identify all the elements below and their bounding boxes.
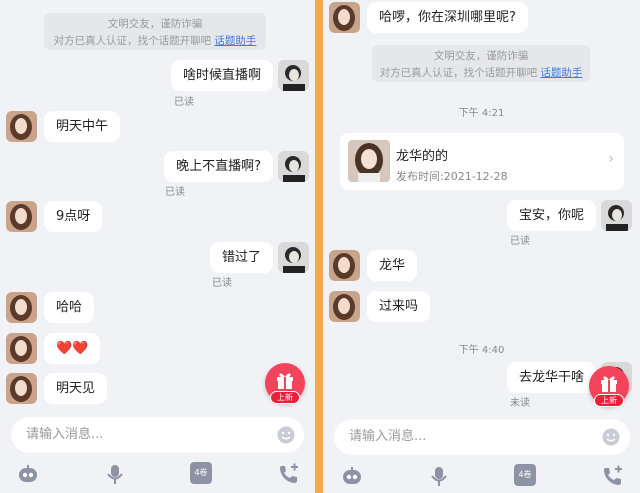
notice-line2: 对方已真人认证，找个话题开聊吧 — [53, 35, 212, 47]
message-bubble-received[interactable]: 9点呀 — [44, 201, 103, 232]
read-status: 已读 — [510, 236, 530, 247]
notice-line2: 对方已真人认证，找个话题开聊吧 — [379, 67, 538, 79]
post-date: 发布时间:2021-12-28 — [396, 170, 508, 183]
input-placeholder: 请输入消息... — [26, 427, 104, 442]
contact-avatar[interactable] — [329, 2, 360, 33]
gift-icon — [601, 376, 617, 392]
coupon-icon[interactable]: 4卷 — [514, 464, 536, 486]
smile-icon[interactable] — [277, 426, 295, 444]
read-status: 未读 — [510, 398, 530, 409]
topic-helper-link[interactable]: 话题助手 — [540, 67, 582, 79]
message-bubble-sent[interactable]: 晚上不直播啊? — [164, 151, 273, 182]
system-notice: 文明交友，谨防诈骗 对方已真人认证，找个话题开聊吧 话题助手 — [372, 45, 590, 82]
avatar-image — [6, 373, 37, 404]
avatar-image — [329, 291, 360, 322]
contact-avatar[interactable] — [329, 250, 360, 281]
new-badge: 上新 — [594, 394, 624, 407]
message-bubble-received[interactable]: 过来吗 — [367, 291, 431, 322]
contact-avatar[interactable] — [6, 201, 37, 232]
message-bubble-received[interactable]: 明天中午 — [44, 111, 121, 142]
avatar-image — [329, 250, 360, 281]
contact-avatar[interactable] — [329, 291, 360, 322]
avatar-image — [278, 242, 309, 273]
timestamp: 下午 4:40 — [458, 345, 505, 356]
message-input[interactable]: 请输入消息... — [11, 417, 304, 453]
post-card[interactable]: 龙华的的 发布时间:2021-12-28 › — [340, 133, 624, 190]
post-title: 龙华的的 — [396, 149, 449, 164]
gift-icon — [277, 373, 293, 389]
robot-icon[interactable] — [17, 463, 39, 485]
microphone-icon[interactable] — [104, 463, 126, 485]
notice-line1: 文明交友，谨防诈骗 — [433, 50, 529, 62]
avatar-image — [278, 60, 309, 91]
gift-button[interactable]: 上新 — [265, 363, 305, 404]
smile-icon[interactable] — [602, 428, 620, 446]
my-avatar[interactable] — [278, 151, 309, 182]
message-bubble-sent[interactable]: 错过了 — [209, 242, 273, 273]
post-image — [348, 140, 390, 182]
message-input[interactable]: 请输入消息... — [334, 419, 630, 455]
message-bubble-received[interactable]: ❤️❤️ — [44, 333, 101, 364]
phone-plus-icon[interactable] — [277, 463, 299, 485]
message-bubble-sent[interactable]: 宝安，你呢 — [506, 200, 596, 231]
avatar-image — [278, 151, 309, 182]
chevron-right-icon: › — [608, 151, 614, 167]
avatar-image — [6, 111, 37, 142]
read-status: 已读 — [212, 278, 232, 289]
system-notice: 文明交友，谨防诈骗 对方已真人认证，找个话题开聊吧 话题助手 — [44, 13, 266, 50]
timestamp: 下午 4:21 — [458, 108, 505, 119]
read-status: 已读 — [165, 187, 185, 198]
my-avatar[interactable] — [278, 60, 309, 91]
message-bubble-sent[interactable]: 啥时候直播啊 — [170, 60, 273, 91]
chat-panel-left: 文明交友，谨防诈骗 对方已真人认证，找个话题开聊吧 话题助手 啥时候直播啊 已读… — [0, 0, 315, 493]
message-bubble-received[interactable]: 龙华 — [367, 250, 418, 281]
avatar-image — [6, 201, 37, 232]
message-bubble-received[interactable]: 哈啰，你在深圳哪里呢? — [367, 2, 528, 33]
avatar-image — [329, 2, 360, 33]
topic-helper-link[interactable]: 话题助手 — [214, 35, 256, 47]
avatar-image — [6, 292, 37, 323]
contact-avatar[interactable] — [6, 292, 37, 323]
microphone-icon[interactable] — [428, 465, 450, 487]
read-status: 已读 — [174, 97, 194, 108]
message-bubble-sent[interactable]: 去龙华干啥 — [506, 362, 596, 393]
input-placeholder: 请输入消息... — [349, 429, 427, 444]
avatar-image — [601, 200, 632, 231]
contact-avatar[interactable] — [6, 373, 37, 404]
robot-icon[interactable] — [341, 465, 363, 487]
avatar-image — [6, 333, 37, 364]
message-bubble-received[interactable]: 明天见 — [44, 373, 108, 404]
my-avatar[interactable] — [278, 242, 309, 273]
chat-panel-right: 哈啰，你在深圳哪里呢? 文明交友，谨防诈骗 对方已真人认证，找个话题开聊吧 话题… — [323, 0, 640, 493]
phone-plus-icon[interactable] — [601, 465, 623, 487]
notice-line1: 文明交友，谨防诈骗 — [107, 18, 203, 30]
new-badge: 上新 — [270, 391, 300, 404]
post-thumbnail — [348, 140, 390, 182]
coupon-icon[interactable]: 4卷 — [190, 462, 212, 484]
contact-avatar[interactable] — [6, 333, 37, 364]
contact-avatar[interactable] — [6, 111, 37, 142]
message-bubble-received[interactable]: 哈哈 — [44, 292, 95, 323]
my-avatar[interactable] — [601, 200, 632, 231]
gift-button[interactable]: 上新 — [589, 366, 629, 407]
